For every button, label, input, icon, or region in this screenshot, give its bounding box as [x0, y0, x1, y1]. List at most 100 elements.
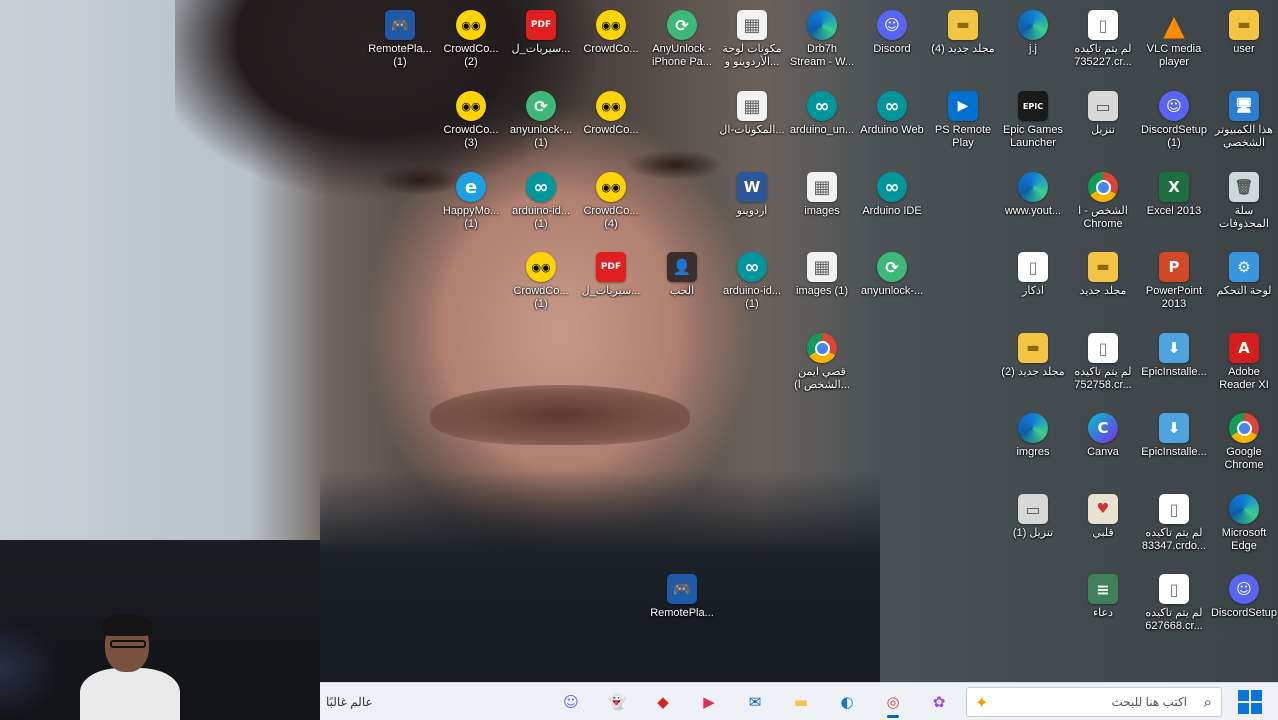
desktop-icon-label: هذا الكمبيوتر الشخصي	[1215, 124, 1273, 149]
taskbar-search-box[interactable]: ✦ اكتب هنا للبحث ⌕	[966, 687, 1222, 717]
desktop-icon[interactable]: DiscordSetup (1)	[1135, 85, 1213, 165]
crowdcontrol-icon	[596, 91, 626, 121]
taskbar-chrome-icon[interactable]: ◎	[878, 688, 908, 718]
taskbar-game-icon[interactable]: ◆	[648, 688, 678, 716]
desktop-icon-label: RemotePla... (1)	[368, 43, 432, 68]
desktop-icon[interactable]: images	[783, 166, 861, 246]
desktop-icon[interactable]: لم يتم تأكيده 735227.cr...	[1064, 4, 1142, 84]
desktop-icon[interactable]: لم يتم تأكيده 752758.cr...	[1064, 327, 1142, 407]
desktop-icon[interactable]: j.j	[994, 4, 1072, 84]
desktop-icon-label: EpicInstalle...	[1141, 446, 1207, 458]
desktop-icon[interactable]: Discord	[853, 4, 931, 84]
desktop-icon[interactable]: DiscordSetup	[1205, 568, 1278, 648]
desktop-icon[interactable]: لم يتم تأكيده 627668.cr...	[1135, 568, 1213, 648]
desktop-icon[interactable]: arduino-id... (1)	[713, 246, 791, 326]
desktop-icon[interactable]: Canva	[1064, 407, 1142, 487]
desktop-icon[interactable]: RemotePla... (1)	[361, 4, 439, 84]
desktop-icon-label: لم يتم تأكيده 627668.cr...	[1145, 607, 1203, 632]
desktop-icon[interactable]: مجلد جديد	[1064, 246, 1142, 326]
taskbar-outlook-icon[interactable]: ✉	[740, 688, 770, 716]
desktop-icon[interactable]: لم يتم تأكيده 83347.crdo...	[1135, 488, 1213, 568]
desktop-icon[interactable]: مجلد جديد (2)	[994, 327, 1072, 407]
taskbar-copilot-icon[interactable]: ✿	[924, 688, 954, 716]
desktop-icon[interactable]: RemotePla...	[643, 568, 721, 648]
desktop-icon-label: مجلد جديد (4)	[931, 43, 995, 55]
desktop-icon[interactable]: أردوينو	[713, 166, 791, 246]
desktop-icon[interactable]: www.yout...	[994, 166, 1072, 246]
desktop-icon[interactable]: EpicInstalle...	[1135, 327, 1213, 407]
adobe-icon	[1229, 333, 1259, 363]
desktop-icon[interactable]: images (1)	[783, 246, 861, 326]
desktop-icon[interactable]: هذا الكمبيوتر الشخصي	[1205, 85, 1278, 165]
excel-icon	[1159, 172, 1189, 202]
discord-icon	[1229, 574, 1259, 604]
desktop-icon[interactable]: arduino-id... (1)	[502, 166, 580, 246]
desktop-icon-label: Adobe Reader XI	[1219, 366, 1269, 391]
desktop-icon-label: Drb7h Stream - W...	[789, 43, 855, 68]
desktop-icon-label: قلبي	[1092, 527, 1114, 539]
desktop-icon-label: Microsoft Edge	[1221, 527, 1267, 552]
desktop-icon[interactable]: CrowdCo...	[572, 85, 650, 165]
desktop-icon-label: arduino_un...	[789, 124, 855, 136]
weather-widget[interactable]: عالم غالبًا	[326, 683, 373, 720]
taskbar-file-explorer-icon[interactable]: ▬	[786, 688, 816, 716]
desktop-icon[interactable]: HappyMo... (1)	[432, 166, 510, 246]
desktop-icon[interactable]: anyunlock-...	[853, 246, 931, 326]
desktop-icon[interactable]: CrowdCo... (2)	[432, 4, 510, 84]
desktop-icon-label: مجلد جديد (2)	[1001, 366, 1065, 378]
desktop-icon[interactable]: Drb7h Stream - W...	[783, 4, 861, 84]
desktop-icon-label: CrowdCo...	[583, 43, 639, 55]
desktop-icon[interactable]: Microsoft Edge	[1205, 488, 1278, 568]
desktop-icon[interactable]: Excel 2013	[1135, 166, 1213, 246]
desktop-icon[interactable]: دعاء	[1064, 568, 1142, 648]
desktop-icon-label: j.j	[1029, 43, 1037, 55]
desktop-icon[interactable]: سلة المحذوفات	[1205, 166, 1278, 246]
desktop-icon[interactable]: أذكار	[994, 246, 1072, 326]
control-icon	[1229, 252, 1259, 282]
anyunlock-icon	[667, 10, 697, 40]
desktop-icon-label: user	[1233, 43, 1255, 55]
crowdcontrol-icon	[596, 10, 626, 40]
desktop-icon-label: PS Remote Play	[934, 124, 992, 149]
desktop-icon[interactable]: المكونات-ال...	[713, 85, 791, 165]
canva-icon	[1088, 413, 1118, 443]
desktop-icon[interactable]: سيريات_ل...	[502, 4, 580, 84]
desktop-icon[interactable]: anyunlock-... (1)	[502, 85, 580, 165]
desktop-icon[interactable]: الشخص - ا Chrome	[1064, 166, 1142, 246]
remote-play-icon	[667, 574, 697, 604]
desktop-icon[interactable]: EpicInstalle...	[1135, 407, 1213, 487]
taskbar-snapchat-icon[interactable]: 👻	[602, 688, 632, 716]
desktop-icon[interactable]: تنزيل (1)	[994, 488, 1072, 568]
desktop-icon[interactable]: imgres	[994, 407, 1072, 487]
desktop-icon[interactable]: سيريات_ل...	[572, 246, 650, 326]
desktop-icon[interactable]: Arduino Web	[853, 85, 931, 165]
desktop-icon[interactable]: Epic Games Launcher	[994, 85, 1072, 165]
desktop-icon[interactable]: قصي ايمن (الشخص ا...	[783, 327, 861, 407]
crowdcontrol-icon	[456, 10, 486, 40]
desktop-icon[interactable]: CrowdCo...	[572, 4, 650, 84]
desktop-icon[interactable]: الحب	[643, 246, 721, 326]
desktop-icon[interactable]: CrowdCo... (1)	[502, 246, 580, 326]
start-button[interactable]	[1238, 690, 1262, 714]
desktop-icon[interactable]: Arduino IDE	[853, 166, 931, 246]
desktop-icon[interactable]: قلبي	[1064, 488, 1142, 568]
desktop-icon[interactable]: PowerPoint 2013	[1135, 246, 1213, 326]
desktop-icon[interactable]: arduino_un...	[783, 85, 861, 165]
taskbar-edge-icon[interactable]: ◐	[832, 688, 862, 716]
desktop-icon[interactable]: VLC media player	[1135, 4, 1213, 84]
taskbar-discord-icon[interactable]: ☺	[556, 688, 586, 716]
arduino-icon	[877, 91, 907, 121]
desktop-icon[interactable]: مكونات لوحة الأردوينو و...	[713, 4, 791, 84]
desktop-icon[interactable]: AnyUnlock - iPhone Pa...	[643, 4, 721, 84]
desktop-icon[interactable]: CrowdCo... (4)	[572, 166, 650, 246]
desktop-icon[interactable]: PS Remote Play	[924, 85, 1002, 165]
taskbar-video-editor-icon[interactable]: ▶	[694, 688, 724, 716]
desktop-icon[interactable]: Google Chrome	[1205, 407, 1278, 487]
desktop-icon[interactable]: CrowdCo... (3)	[432, 85, 510, 165]
desktop-icon[interactable]: Adobe Reader XI	[1205, 327, 1278, 407]
desktop-icon-label: RemotePla...	[650, 607, 714, 619]
desktop-icon[interactable]: تنزيل	[1064, 85, 1142, 165]
desktop-icon[interactable]: لوحة التحكم	[1205, 246, 1278, 326]
desktop-icon[interactable]: مجلد جديد (4)	[924, 4, 1002, 84]
desktop-icon[interactable]: user	[1205, 4, 1278, 84]
